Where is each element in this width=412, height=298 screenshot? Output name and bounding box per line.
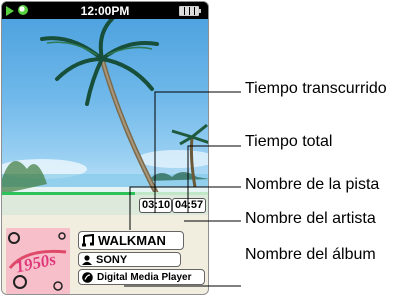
callout-track-name: Nombre de la pista (245, 176, 380, 193)
callout-elapsed-time: Tiempo transcurrido (245, 80, 387, 97)
callout-total-time: Tiempo total (245, 133, 333, 150)
total-leader-line (187, 145, 241, 213)
callout-album-name: Nombre del álbum (245, 246, 376, 263)
elapsed-leader-line (154, 91, 241, 213)
track-leader-line (129, 186, 241, 230)
callout-artist-name: Nombre del artista (245, 210, 376, 227)
